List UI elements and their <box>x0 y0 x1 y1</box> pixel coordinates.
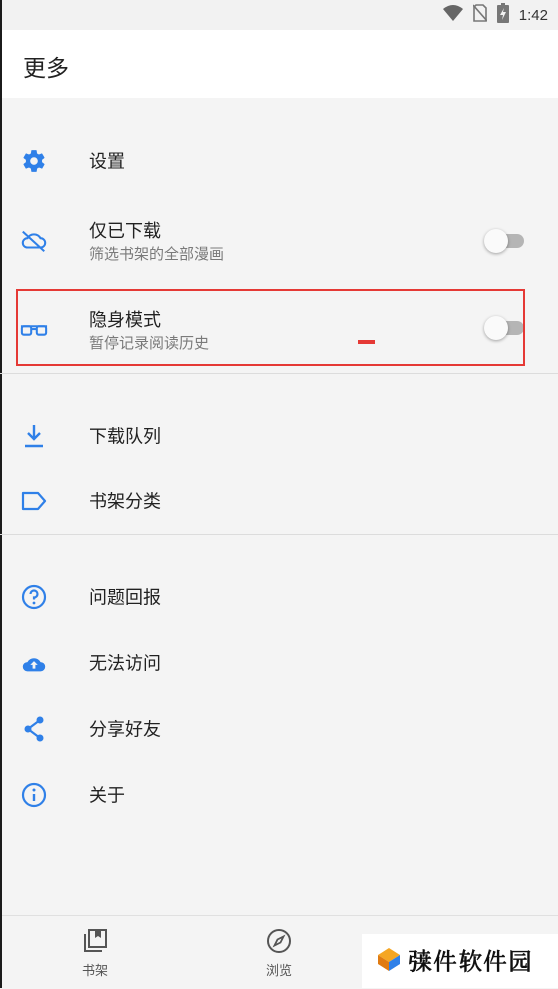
menu-item-share[interactable]: 分享好友 <box>0 701 558 757</box>
menu-item-about[interactable]: 关于 <box>0 767 558 823</box>
menu-item-cannot-access[interactable]: 无法访问 <box>0 635 558 691</box>
nav-library-label: 书架 <box>81 964 108 979</box>
menu-item-label: 设置 <box>89 151 125 173</box>
no-sim-icon <box>472 4 488 26</box>
menu-item-download-queue[interactable]: 下载队列 <box>0 408 558 464</box>
menu-item-label: 关于 <box>89 785 125 807</box>
menu-item-label: 下载队列 <box>89 426 161 448</box>
red-annotation-mark <box>358 340 375 344</box>
menu-item-label: 仅已下载 <box>89 221 161 242</box>
compass-icon <box>266 928 292 954</box>
page-title: 更多 <box>23 56 69 82</box>
help-icon <box>20 583 48 611</box>
downloaded-only-toggle[interactable] <box>484 229 524 253</box>
toggle-thumb <box>484 229 508 253</box>
menu-item-label: 问题回报 <box>89 587 161 609</box>
watermark: 𢐇件软件园 <box>362 934 558 988</box>
label-icon <box>20 487 48 515</box>
menu-item-label: 分享好友 <box>89 719 161 741</box>
status-bar: 1:42 <box>2 0 558 30</box>
info-icon <box>20 781 48 809</box>
menu-item-downloaded-only[interactable]: 仅已下载 筛选书架的全部漫画 <box>0 213 558 269</box>
nav-browse[interactable]: 浏览 <box>239 928 319 979</box>
menu-item-description: 筛选书架的全部漫画 <box>89 245 225 263</box>
nav-browse-label: 浏览 <box>265 964 292 979</box>
menu-item-label: 无法访问 <box>89 653 161 675</box>
menu-item-label: 书架分类 <box>89 491 161 513</box>
menu-item-categories[interactable]: 书架分类 <box>0 473 558 529</box>
watermark-text: 𢐇件软件园 <box>408 947 533 976</box>
menu-item-settings[interactable]: 设置 <box>0 133 558 189</box>
download-icon <box>20 422 48 450</box>
app-bar: 更多 <box>2 30 558 98</box>
share-icon <box>20 715 48 743</box>
menu-item-feedback[interactable]: 问题回报 <box>0 569 558 625</box>
section-divider <box>0 373 558 374</box>
status-time: 1:42 <box>518 6 548 24</box>
section-divider <box>0 534 558 535</box>
highlight-box <box>16 289 525 366</box>
watermark-logo-icon <box>376 946 402 976</box>
library-icon <box>82 928 108 954</box>
cloud-off-icon <box>20 227 48 255</box>
wifi-icon <box>442 4 463 26</box>
battery-charging-icon <box>496 3 509 27</box>
cloud-upload-icon <box>20 649 48 677</box>
gear-icon <box>20 147 48 175</box>
nav-library[interactable]: 书架 <box>55 928 135 979</box>
